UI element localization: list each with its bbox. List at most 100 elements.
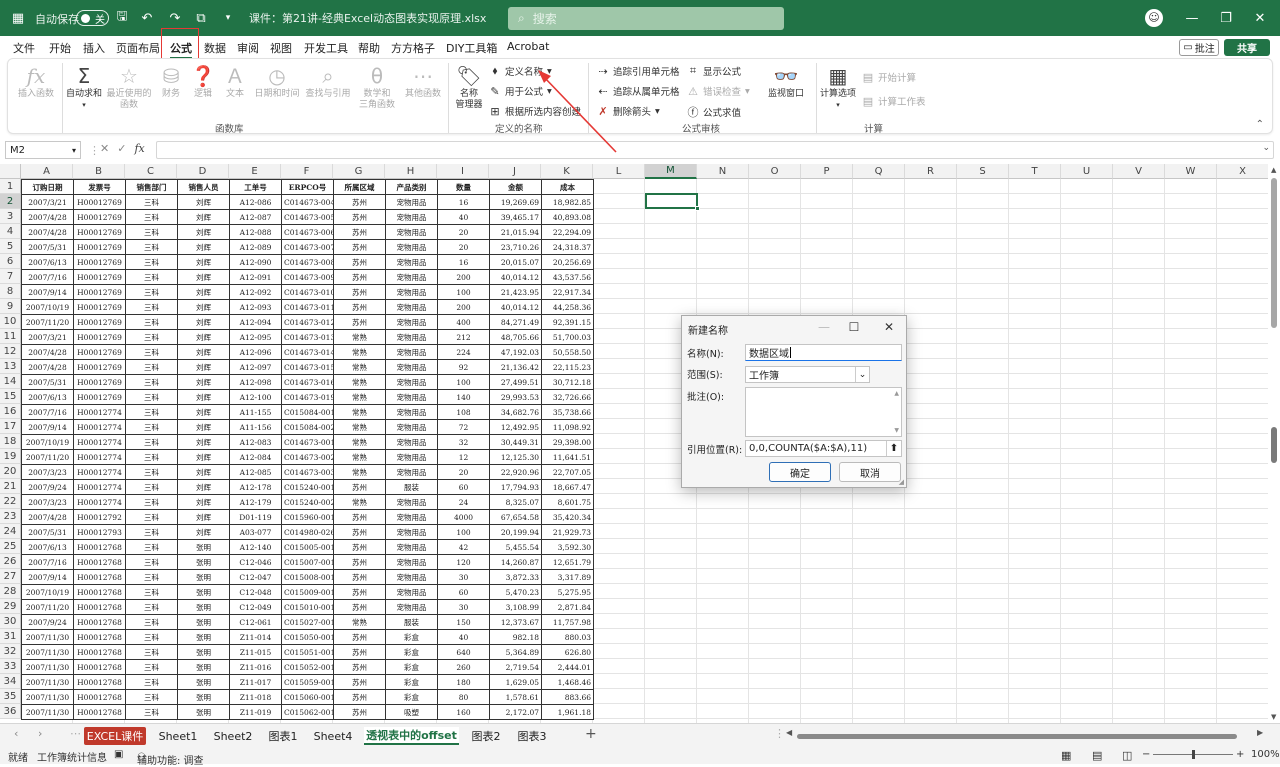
table-cell[interactable]: 三科 [125, 314, 178, 330]
table-cell[interactable]: 12,125.30 [489, 449, 542, 465]
close-icon[interactable]: ✕ [874, 318, 904, 336]
tab-review[interactable]: 审阅 [237, 40, 259, 56]
table-cell[interactable]: H00012769 [73, 389, 126, 405]
table-cell[interactable]: H00012768 [73, 539, 126, 555]
table-cell[interactable]: 刘辉 [177, 299, 230, 315]
table-cell[interactable]: 刘辉 [177, 389, 230, 405]
table-cell[interactable]: 苏州 [333, 524, 386, 540]
search-box[interactable]: ⌕ 搜索 [508, 7, 784, 30]
table-cell[interactable]: 宠物用品 [385, 299, 438, 315]
table-cell[interactable]: A12-084 [229, 449, 282, 465]
row-header-20[interactable]: 20 [0, 464, 21, 479]
table-cell[interactable]: 张明 [177, 644, 230, 660]
tab-home[interactable]: 开始 [49, 40, 71, 56]
column-title[interactable]: 所属区域 [333, 179, 386, 195]
table-cell[interactable]: C12-048 [229, 584, 282, 600]
tab-help[interactable]: 帮助 [358, 40, 380, 56]
table-cell[interactable]: H00012774 [73, 494, 126, 510]
table-cell[interactable]: 三科 [125, 344, 178, 360]
table-cell[interactable]: 180 [437, 674, 490, 690]
table-cell[interactable]: 彩盒 [385, 659, 438, 675]
comment-textarea[interactable]: ▲ ▼ [745, 387, 902, 437]
table-cell[interactable]: A12-095 [229, 329, 282, 345]
table-cell[interactable]: 11,757.98 [541, 614, 594, 630]
table-cell[interactable]: 刘辉 [177, 524, 230, 540]
table-cell[interactable]: 宠物用品 [385, 524, 438, 540]
table-cell[interactable]: 三科 [125, 299, 178, 315]
table-cell[interactable]: 20 [437, 224, 490, 240]
use-in-formula-button[interactable]: ✎ 用于公式 ▾ [489, 84, 551, 99]
trace-dependents-button[interactable]: ⇠ 追踪从属单元格 [597, 84, 679, 99]
define-name-button[interactable]: ⬧ 定义名称 ▾ [489, 64, 552, 78]
table-cell[interactable]: 400 [437, 314, 490, 330]
fx-icon[interactable]: fx [134, 142, 144, 155]
table-cell[interactable]: 2007/5/31 [21, 239, 74, 255]
table-cell[interactable]: H00012769 [73, 224, 126, 240]
table-cell[interactable]: C015240-001 [281, 479, 334, 495]
table-cell[interactable]: 三科 [125, 329, 178, 345]
column-header-t[interactable]: T [1009, 164, 1061, 179]
table-cell[interactable]: 刘辉 [177, 209, 230, 225]
autosum-button[interactable]: Σ 自动求和 ▾ [64, 63, 104, 111]
column-title[interactable]: 工单号 [229, 179, 282, 195]
table-cell[interactable]: D01-119 [229, 509, 282, 525]
table-cell[interactable]: 张明 [177, 674, 230, 690]
table-cell[interactable]: 宠物用品 [385, 494, 438, 510]
table-cell[interactable]: C015008-001 [281, 569, 334, 585]
column-title[interactable]: 金额 [489, 179, 542, 195]
table-cell[interactable]: 3,317.89 [541, 569, 594, 585]
table-cell[interactable]: 三科 [125, 374, 178, 390]
table-cell[interactable]: 2007/5/31 [21, 374, 74, 390]
table-cell[interactable]: 2007/7/16 [21, 554, 74, 570]
table-cell[interactable]: A12-178 [229, 479, 282, 495]
table-cell[interactable]: 2,719.54 [489, 659, 542, 675]
table-cell[interactable]: 常熟 [333, 404, 386, 420]
table-cell[interactable]: 刘辉 [177, 359, 230, 375]
comments-button[interactable]: ▭ 批注 [1179, 39, 1219, 56]
column-header-f[interactable]: F [281, 164, 333, 179]
table-cell[interactable]: 2007/9/14 [21, 419, 74, 435]
table-cell[interactable]: A11-155 [229, 404, 282, 420]
table-cell[interactable]: 常熟 [333, 494, 386, 510]
column-header-m[interactable]: M [645, 164, 697, 179]
name-manager-button[interactable]: 🏷 名称 管理器 [451, 63, 487, 111]
insert-function-button[interactable]: fx 插入函数 [12, 63, 60, 100]
row-header-1[interactable]: 1 [0, 179, 21, 194]
table-cell[interactable]: C014673-008 [281, 254, 334, 270]
table-cell[interactable]: 24,318.37 [541, 239, 594, 255]
table-cell[interactable]: 16 [437, 194, 490, 210]
table-cell[interactable]: 40,893.08 [541, 209, 594, 225]
table-cell[interactable]: 20,256.69 [541, 254, 594, 270]
column-title[interactable]: ERPCO号 [281, 179, 334, 195]
table-cell[interactable]: 苏州 [333, 239, 386, 255]
remove-arrows-button[interactable]: ✗ 删除箭头 ▾ [597, 104, 659, 119]
row-header-34[interactable]: 34 [0, 674, 21, 689]
table-cell[interactable]: C015084-001 [281, 404, 334, 420]
table-cell[interactable]: 2007/3/21 [21, 194, 74, 210]
column-header-c[interactable]: C [125, 164, 177, 179]
sheet-tab-sheet4[interactable]: Sheet4 [310, 727, 356, 745]
table-cell[interactable]: 吸塑 [385, 704, 438, 720]
row-header-26[interactable]: 26 [0, 554, 21, 569]
row-header-25[interactable]: 25 [0, 539, 21, 554]
table-cell[interactable]: 19,269.69 [489, 194, 542, 210]
table-cell[interactable]: 2007/4/28 [21, 509, 74, 525]
table-cell[interactable]: 21,015.94 [489, 224, 542, 240]
name-box[interactable]: M2 ▾ [5, 141, 81, 159]
table-cell[interactable]: 张明 [177, 599, 230, 615]
table-cell[interactable]: 880.03 [541, 629, 594, 645]
table-cell[interactable]: 260 [437, 659, 490, 675]
calculate-sheet-button[interactable]: ▤ 计算工作表 [862, 94, 926, 109]
table-cell[interactable]: 苏州 [333, 254, 386, 270]
table-cell[interactable]: A12-100 [229, 389, 282, 405]
table-cell[interactable]: 100 [437, 284, 490, 300]
table-cell[interactable]: 22,917.34 [541, 284, 594, 300]
scroll-up-icon[interactable]: ▲ [1271, 166, 1276, 174]
vertical-scroll-thumb[interactable] [1271, 178, 1277, 328]
table-cell[interactable]: 常熟 [333, 419, 386, 435]
table-cell[interactable]: 三科 [125, 569, 178, 585]
row-header-21[interactable]: 21 [0, 479, 21, 494]
table-cell[interactable]: 40 [437, 629, 490, 645]
tab-developer[interactable]: 开发工具 [304, 40, 348, 56]
table-cell[interactable]: C014673-019 [281, 389, 334, 405]
